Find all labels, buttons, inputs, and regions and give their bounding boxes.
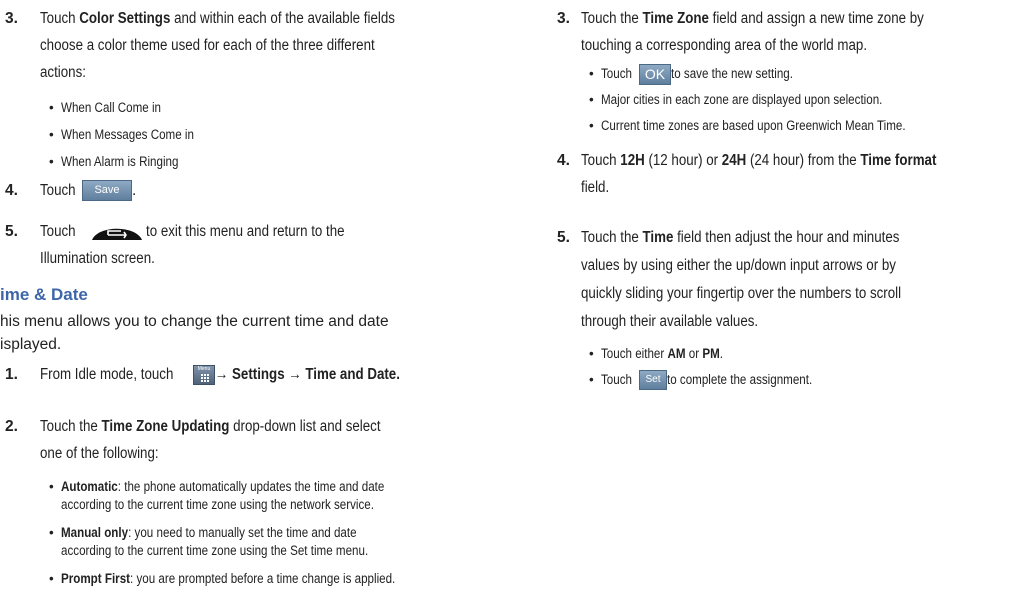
- menu-key-icon[interactable]: Menu: [193, 364, 215, 385]
- step-number: 4.: [5, 182, 18, 199]
- back-key-icon[interactable]: [88, 223, 146, 241]
- step-number: 4.: [557, 152, 570, 169]
- step-number: 1.: [5, 366, 18, 383]
- set-button[interactable]: Set: [639, 370, 667, 391]
- time-term: Time: [642, 229, 674, 246]
- save-button[interactable]: Save: [82, 180, 132, 202]
- section-heading: ime & Date: [0, 285, 88, 304]
- color-settings-term: Color Settings: [79, 10, 171, 27]
- step-number: 5.: [557, 229, 570, 246]
- step-number: 3.: [557, 10, 570, 27]
- grid-icon: [201, 373, 209, 382]
- step-number: 2.: [5, 418, 18, 435]
- section-intro: his menu allows you to change the curren…: [0, 313, 389, 353]
- step-number: 5.: [5, 223, 18, 240]
- time-zone-term: Time Zone: [642, 10, 709, 27]
- ok-button[interactable]: OK: [639, 63, 671, 85]
- step-number: 3.: [5, 10, 18, 27]
- time-format-term: Time format: [860, 152, 937, 169]
- time-zone-updating-term: Time Zone Updating: [101, 418, 230, 435]
